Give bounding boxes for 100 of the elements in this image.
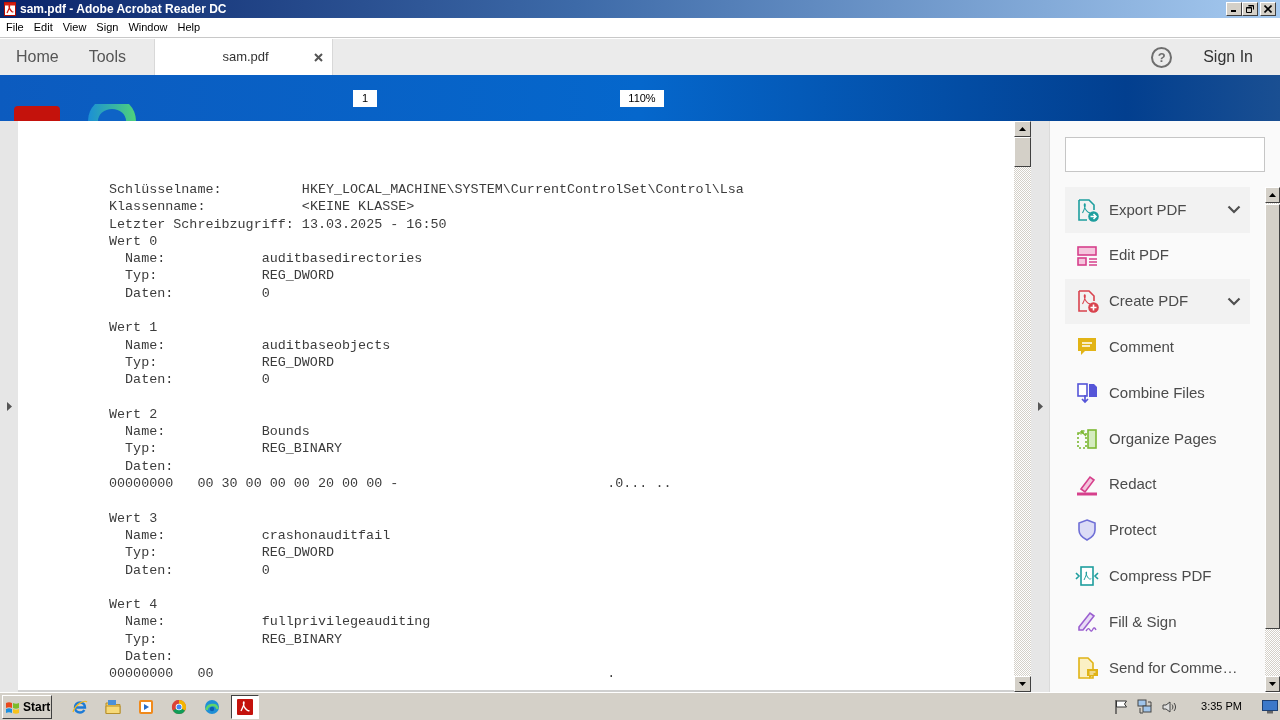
help-button[interactable]: ? xyxy=(1151,46,1173,68)
menu-item[interactable]: Help xyxy=(172,18,206,37)
layout-icon xyxy=(1075,243,1099,268)
flag-logo-icon xyxy=(5,699,21,714)
tool-item[interactable]: Send for Comme… xyxy=(1065,644,1250,691)
hex-bytes: 00 30 00 00 00 20 00 00 - xyxy=(197,475,399,493)
tool-item[interactable]: Create PDF xyxy=(1065,278,1250,325)
compress-icon xyxy=(1075,564,1099,589)
zoom-field[interactable]: 110% xyxy=(620,89,664,107)
menu-item[interactable]: File xyxy=(1,18,29,37)
value-heading: Wert 3 xyxy=(109,510,158,526)
field-label: Daten: xyxy=(125,561,174,579)
clock-text: 3:35 PM xyxy=(1201,699,1242,715)
arrow-right-icon[interactable] xyxy=(1037,402,1043,411)
sign-in-link[interactable]: Sign In xyxy=(1203,45,1253,69)
hex-offset: 00000000 xyxy=(109,665,174,683)
field-value: 0 xyxy=(261,561,270,579)
tile-icon xyxy=(14,106,60,121)
field-value: crashonauditfail xyxy=(261,526,391,545)
browser-logo-icon[interactable] xyxy=(171,698,187,715)
arrow-right-icon[interactable] xyxy=(6,402,12,411)
menu-item[interactable]: Edit xyxy=(28,18,58,37)
registry-value: HKEY_LOCAL_MACHINE\SYSTEM\CurrentControlSet\Control\Lsa xyxy=(301,181,744,199)
arrow-down-icon xyxy=(1019,682,1026,686)
tool-item[interactable]: Edit PDF xyxy=(1065,232,1250,279)
files-arrow-icon xyxy=(1075,381,1099,406)
menu-item[interactable]: View xyxy=(57,18,92,37)
document-bubble-icon xyxy=(1075,655,1099,680)
search-field[interactable] xyxy=(1065,137,1265,172)
field-label: Name: xyxy=(125,336,166,354)
tool-item[interactable]: Combine Files xyxy=(1065,370,1250,416)
close-icon xyxy=(1264,5,1272,13)
tool-item[interactable]: Export PDF xyxy=(1065,187,1250,233)
monitor-icon[interactable] xyxy=(1262,699,1278,714)
scroll-down-button[interactable] xyxy=(1014,676,1031,692)
field-value: Bounds xyxy=(261,423,310,441)
swirl-logo-icon[interactable] xyxy=(204,698,220,715)
field-value: auditbasedirectories xyxy=(261,250,423,268)
tool-item[interactable]: Fill & Sign xyxy=(1065,599,1250,645)
scrollbar-thumb[interactable] xyxy=(1265,204,1280,629)
minimize-button[interactable] xyxy=(1226,2,1242,16)
arrow-up-icon xyxy=(1019,127,1026,131)
field-label: Name: xyxy=(125,423,166,441)
chevron-down-icon[interactable] xyxy=(1227,205,1241,215)
speaker-icon[interactable] xyxy=(1161,698,1178,715)
taskbar-button[interactable] xyxy=(231,694,259,719)
close-button[interactable] xyxy=(1260,2,1276,16)
tool-item[interactable]: Protect xyxy=(1065,507,1250,554)
tool-item[interactable]: Comment xyxy=(1065,324,1250,371)
field-value: REG_DWORD xyxy=(261,544,334,562)
pages-icon xyxy=(1075,426,1099,451)
nav-tab[interactable]: Home xyxy=(0,39,73,75)
field-label: Daten: xyxy=(125,648,174,666)
hex-ascii: .0... .. xyxy=(607,475,672,493)
value-heading: Wert 0 xyxy=(109,233,158,249)
tool-item[interactable]: Redact xyxy=(1065,461,1250,508)
hex-ascii: . xyxy=(607,665,616,683)
field-label: Typ: xyxy=(125,353,158,372)
flag-icon[interactable] xyxy=(1113,698,1130,715)
scrollbar-thumb[interactable] xyxy=(1014,137,1031,167)
field-value: 0 xyxy=(261,371,270,389)
scroll-up-button[interactable] xyxy=(1014,121,1031,137)
menu-item[interactable]: Window xyxy=(123,18,173,37)
document-tab[interactable]: sam.pdf xyxy=(154,39,334,75)
scrollbar[interactable] xyxy=(1265,187,1280,692)
chevron-down-icon[interactable] xyxy=(1227,297,1241,306)
document-arrow-icon xyxy=(1075,197,1099,222)
hex-bytes: 00 xyxy=(197,665,214,683)
field-value: REG_DWORD xyxy=(261,353,334,372)
registry-label: Klassenname: xyxy=(109,198,206,216)
menu-item[interactable]: Sign xyxy=(91,18,124,37)
field-label: Typ: xyxy=(125,440,158,458)
field-value: REG_DWORD xyxy=(261,267,334,285)
arrow-up-icon xyxy=(1269,193,1276,197)
close-icon[interactable] xyxy=(314,52,324,62)
scroll-down-button[interactable] xyxy=(1265,676,1280,692)
value-heading: Wert 1 xyxy=(109,320,158,336)
tool-item[interactable]: Compress PDF xyxy=(1065,553,1250,600)
field-label: Typ: xyxy=(125,544,158,562)
network-icon[interactable] xyxy=(1137,698,1154,715)
field-label: Name: xyxy=(125,250,166,268)
pen-icon xyxy=(1075,610,1099,635)
start-button[interactable]: Start xyxy=(2,694,52,719)
restore-button[interactable] xyxy=(1242,2,1258,16)
play-icon[interactable] xyxy=(138,698,154,715)
page-number-field[interactable]: 1 xyxy=(353,89,377,107)
scrollbar[interactable] xyxy=(1014,121,1031,692)
field-value: fullprivilegeauditing xyxy=(261,613,431,631)
scroll-up-button[interactable] xyxy=(1265,187,1280,203)
field-label: Name: xyxy=(125,613,166,631)
app-logo-icon xyxy=(237,698,253,715)
window-title: sam.pdf - Adobe Acrobat Reader DC xyxy=(20,2,227,16)
field-label: Typ: xyxy=(125,267,158,285)
value-heading: Wert 2 xyxy=(109,406,158,422)
registry-label: Schlüsselname: xyxy=(109,181,222,199)
nav-tab[interactable]: Tools xyxy=(72,39,141,75)
tool-item[interactable]: Organize Pages xyxy=(1065,416,1250,462)
letter-e-icon[interactable] xyxy=(72,698,88,715)
field-value: 0 xyxy=(261,284,270,303)
hex-offset: 00000000 xyxy=(109,475,174,493)
